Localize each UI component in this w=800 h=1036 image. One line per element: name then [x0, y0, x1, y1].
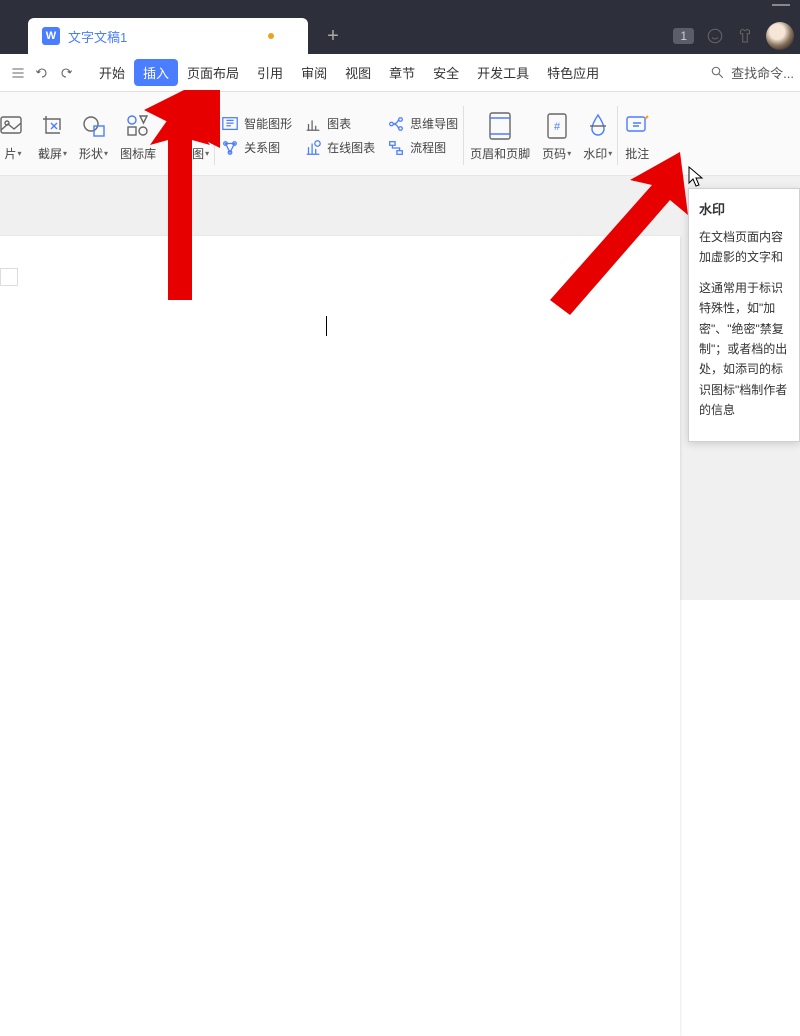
menu-tab-9[interactable]: 特色应用 — [538, 59, 608, 86]
tooltip-title: 水印 — [699, 199, 789, 221]
chevron-down-icon: ▾ — [608, 149, 612, 158]
shapes-button[interactable]: 形状▾ — [73, 96, 114, 175]
tooltip-text-2: 这通常用于标识特殊性，如"加密"、"绝密"禁复制"；或者档的出处，如添司的标识图… — [699, 278, 789, 421]
search-label: 查找命令... — [731, 63, 794, 82]
skin-icon[interactable] — [706, 27, 724, 45]
menu-tab-1[interactable]: 插入 — [134, 59, 178, 86]
watermark-button[interactable]: 水印▾ — [577, 96, 618, 175]
menu-tab-0[interactable]: 开始 — [90, 59, 134, 86]
ruler-corner — [0, 268, 18, 286]
menu-tab-5[interactable]: 视图 — [336, 59, 380, 86]
mindmap-icon — [387, 115, 405, 133]
flowchart-button[interactable]: 流程图 — [387, 139, 458, 157]
notification-badge[interactable]: 1 — [673, 28, 694, 44]
watermark-tooltip: 水印 在文档页面内容加虚影的文字和 这通常用于标识特殊性，如"加密"、"绝密"禁… — [688, 188, 800, 442]
icon-library-button[interactable]: 图标库 — [114, 96, 162, 175]
document-page[interactable] — [0, 236, 680, 1036]
tab-title: 文字文稿1 — [68, 27, 260, 46]
screenshot-button[interactable]: 截屏▾ — [32, 96, 73, 175]
document-tab[interactable]: W 文字文稿1 — [28, 18, 308, 54]
text-cursor — [326, 316, 327, 336]
titlebar: W 文字文稿1 + 1 — [0, 0, 800, 54]
titlebar-right: 1 — [673, 22, 794, 50]
online-chart-button[interactable]: 在线图表 — [304, 139, 375, 157]
chevron-down-icon: ▾ — [63, 149, 67, 158]
tooltip-text-1: 在文档页面内容加虚影的文字和 — [699, 227, 789, 268]
tshirt-icon[interactable] — [736, 27, 754, 45]
comment-button[interactable]: 批注 — [618, 96, 656, 175]
chart-button[interactable]: 图表 — [304, 115, 375, 133]
menu-tab-3[interactable]: 引用 — [248, 59, 292, 86]
chevron-down-icon: ▾ — [104, 149, 108, 158]
chevron-down-icon: ▾ — [567, 149, 571, 158]
mindmap-button[interactable]: 思维导图 — [387, 115, 458, 133]
menu-tab-7[interactable]: 安全 — [424, 59, 468, 86]
new-tab-button[interactable]: + — [316, 19, 350, 53]
redo-icon[interactable] — [58, 65, 74, 81]
smart-graphics-button[interactable]: 智能图形 — [221, 115, 292, 133]
menu-icon[interactable] — [10, 65, 26, 81]
menubar: 开始插入页面布局引用审阅视图章节安全开发工具特色应用 查找命令... — [0, 54, 800, 92]
quick-access-toolbar — [6, 65, 74, 81]
chevron-down-icon: ▾ — [18, 149, 22, 158]
flowchart-icon — [387, 139, 405, 157]
relation-icon — [221, 139, 239, 157]
unsaved-indicator-icon — [268, 33, 274, 39]
wps-writer-icon: W — [42, 27, 60, 45]
svg-text:#: # — [554, 121, 561, 133]
relation-chart-button[interactable]: 关系图 — [221, 139, 292, 157]
menu-tab-6[interactable]: 章节 — [380, 59, 424, 86]
ribbon-toolbar: 片▾ 截屏▾ 形状▾ 图标库 功能图▾ 智能图形 关系图 图表 在线图 — [0, 92, 800, 176]
undo-icon[interactable] — [34, 65, 50, 81]
page-number-button[interactable]: # 页码▾ — [536, 96, 577, 175]
smart-graphics-icon — [221, 115, 239, 133]
diagram-button[interactable]: 功能图▾ — [162, 96, 215, 175]
search-icon — [710, 65, 725, 80]
chevron-down-icon: ▾ — [205, 149, 209, 158]
header-footer-button[interactable]: 页眉和页脚 — [464, 96, 536, 175]
minimize-button[interactable] — [772, 4, 790, 6]
menu-tab-4[interactable]: 审阅 — [292, 59, 336, 86]
menu-tab-8[interactable]: 开发工具 — [468, 59, 538, 86]
online-chart-icon — [304, 139, 322, 157]
search-command[interactable]: 查找命令... — [710, 63, 794, 82]
chart-icon — [304, 115, 322, 133]
user-avatar[interactable] — [766, 22, 794, 50]
document-area — [0, 176, 800, 600]
menu-tab-2[interactable]: 页面布局 — [178, 59, 248, 86]
picture-button[interactable]: 片▾ — [0, 96, 32, 175]
